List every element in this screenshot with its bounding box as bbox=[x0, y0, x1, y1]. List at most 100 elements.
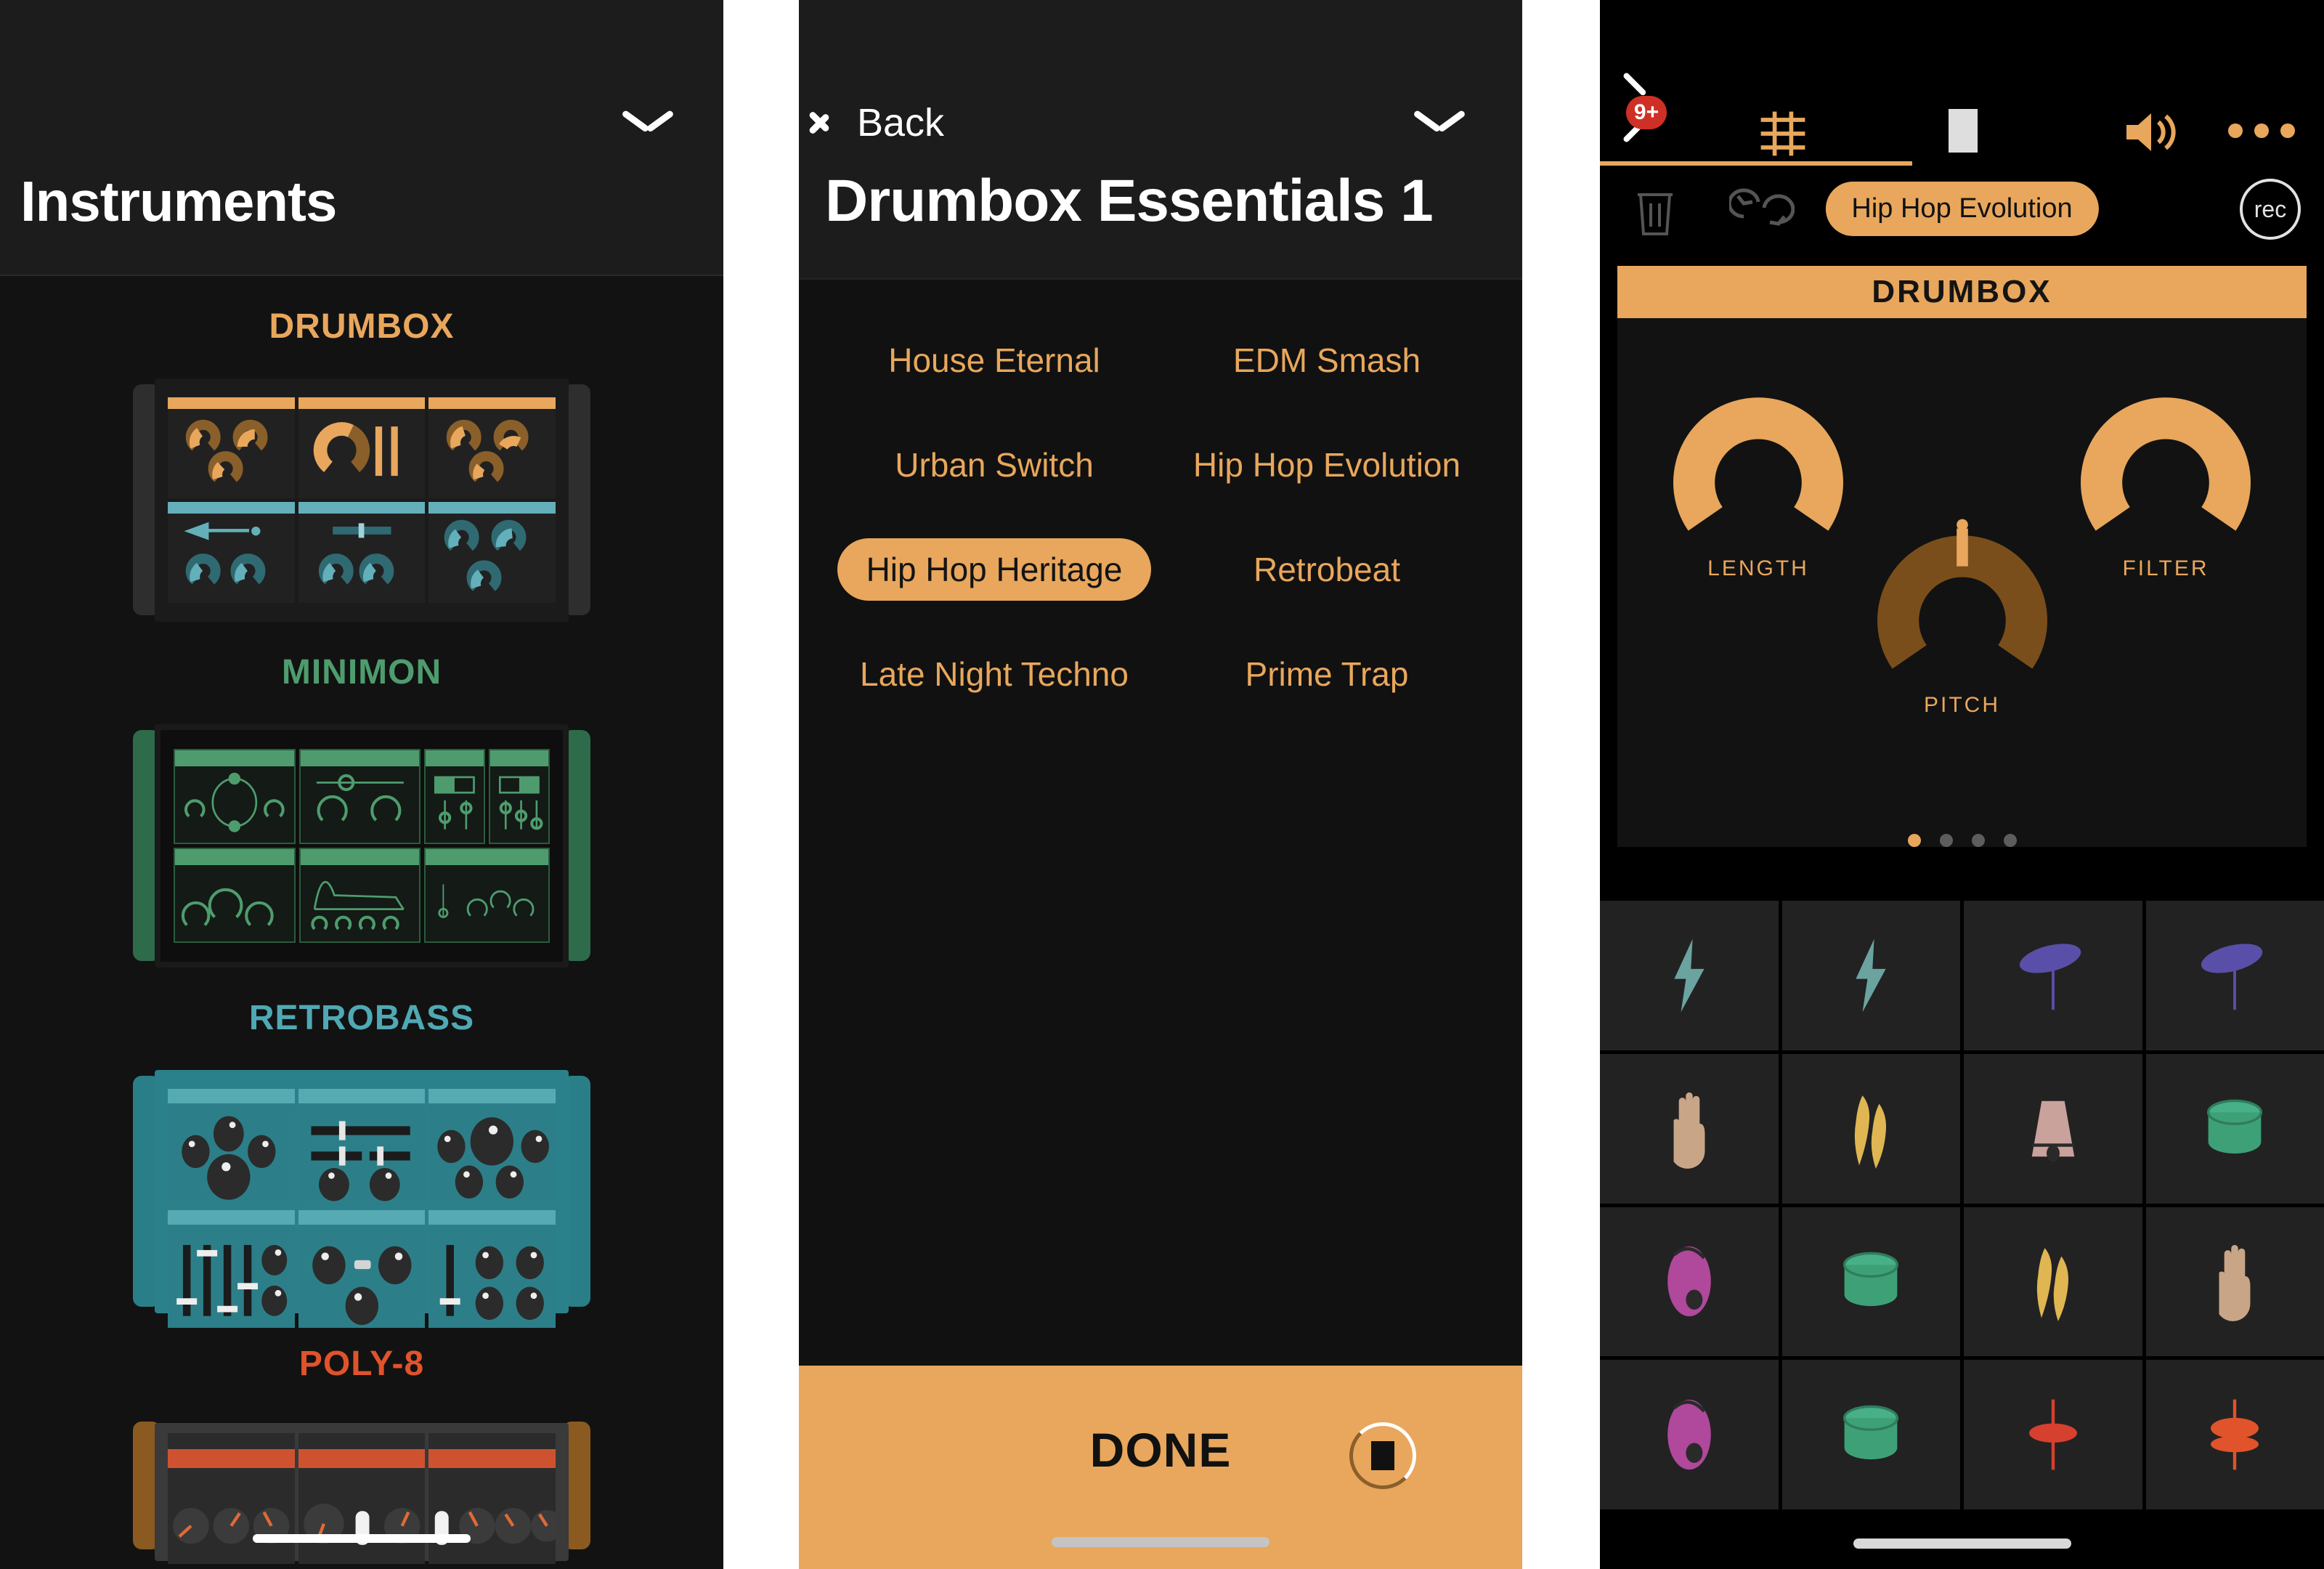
presets-nav-bar: Back Drumbox Essentials 1 bbox=[799, 0, 1522, 280]
device-cell bbox=[298, 397, 426, 498]
preset-item[interactable]: Urban Switch bbox=[866, 434, 1123, 496]
three-panel-screenshot: Instruments DRUMBOX MINIMON RETROBASS PO… bbox=[0, 0, 2324, 1569]
device-cell bbox=[428, 397, 556, 498]
notification-badge: 9+ bbox=[1626, 96, 1667, 129]
knob-pitch[interactable] bbox=[1868, 498, 2057, 687]
device-cell bbox=[428, 1089, 556, 1207]
section-heading-drumbox: DRUMBOX bbox=[269, 307, 455, 346]
knob-filter[interactable] bbox=[2071, 360, 2260, 549]
device-thumbnail-drumbox[interactable] bbox=[133, 378, 590, 622]
drum-pad[interactable] bbox=[1964, 901, 2142, 1050]
home-indicator bbox=[253, 1534, 471, 1543]
drum-pad-grid bbox=[1600, 901, 2324, 1509]
done-button[interactable]: DONE bbox=[799, 1366, 1522, 1569]
current-preset-pill[interactable]: Hip Hop Evolution bbox=[1825, 182, 2099, 236]
knob-label-length: LENGTH bbox=[1707, 556, 1809, 580]
instruments-screen: Instruments DRUMBOX MINIMON RETROBASS PO… bbox=[0, 0, 723, 1569]
page-indicator-dots[interactable] bbox=[1907, 834, 2017, 847]
page-dot-3[interactable] bbox=[1971, 834, 1985, 847]
device-cell bbox=[424, 749, 486, 844]
page-dot-2[interactable] bbox=[1939, 834, 1953, 847]
page-dot-4[interactable] bbox=[2003, 834, 2017, 847]
instrument-section-poly8[interactable]: POLY-8 bbox=[0, 1313, 723, 1564]
instrument-name-header: DRUMBOX bbox=[1617, 266, 2307, 318]
device-cell bbox=[168, 397, 295, 498]
undo-redo-icon[interactable] bbox=[1727, 185, 1795, 237]
drum-pad[interactable] bbox=[1964, 1207, 2142, 1357]
page-title: Instruments bbox=[20, 169, 337, 233]
page-dot-1[interactable] bbox=[1907, 834, 1921, 847]
device-cell bbox=[174, 749, 296, 844]
device-cell bbox=[298, 848, 421, 943]
drum-pad[interactable] bbox=[1781, 1207, 1960, 1357]
device-body bbox=[155, 378, 569, 622]
preset-item[interactable]: Hip Hop Evolution bbox=[1164, 434, 1490, 496]
preset-item[interactable]: House Eternal bbox=[859, 329, 1129, 392]
back-button[interactable]: Back bbox=[825, 100, 944, 145]
knob-label-filter: FILTER bbox=[2122, 556, 2209, 580]
preset-item[interactable]: Retrobeat bbox=[1224, 538, 1429, 601]
done-label: DONE bbox=[1089, 1423, 1232, 1477]
page-title: Drumbox Essentials 1 bbox=[825, 168, 1434, 234]
device-body bbox=[155, 1070, 569, 1329]
preset-item[interactable]: Prime Trap bbox=[1216, 643, 1438, 705]
drum-pad[interactable] bbox=[2145, 1360, 2324, 1509]
device-cell bbox=[489, 749, 550, 844]
mixer-sliders-icon[interactable] bbox=[1755, 106, 1811, 161]
drum-pad[interactable] bbox=[1600, 901, 1779, 1050]
device-thumbnail-minimon[interactable] bbox=[133, 724, 590, 968]
chevron-down-icon[interactable] bbox=[623, 109, 673, 138]
section-heading-minimon: MINIMON bbox=[281, 653, 442, 692]
drum-pad[interactable] bbox=[1781, 1053, 1960, 1204]
device-cell bbox=[424, 848, 550, 943]
drum-pad[interactable] bbox=[1781, 901, 1960, 1050]
device-cell bbox=[298, 502, 426, 603]
drum-pad[interactable] bbox=[1600, 1207, 1779, 1357]
device-cell bbox=[174, 848, 296, 943]
knob-label-pitch: PITCH bbox=[1924, 693, 2000, 717]
preset-grid: House Eternal EDM Smash Urban Switch Hip… bbox=[799, 280, 1522, 705]
preset-item[interactable]: Late Night Techno bbox=[831, 643, 1158, 705]
more-dots-icon[interactable] bbox=[2228, 123, 2295, 138]
home-indicator bbox=[1853, 1538, 2071, 1549]
device-cell bbox=[168, 1089, 295, 1207]
stop-square-icon[interactable] bbox=[1949, 109, 1978, 153]
knob-length[interactable] bbox=[1664, 360, 1853, 549]
drum-pad[interactable] bbox=[1600, 1360, 1779, 1509]
chevron-down-icon[interactable] bbox=[1415, 109, 1464, 138]
trash-icon[interactable] bbox=[1635, 183, 1675, 237]
instrument-control-panel: DRUMBOX LENGTH FILTER PITCH bbox=[1617, 266, 2307, 847]
drum-pad[interactable] bbox=[2145, 1053, 2324, 1204]
drum-pad[interactable] bbox=[2145, 901, 2324, 1050]
device-thumbnail-retrobass[interactable] bbox=[133, 1070, 590, 1329]
stop-button[interactable] bbox=[1349, 1422, 1416, 1489]
instrument-section-drumbox[interactable]: DRUMBOX bbox=[0, 276, 723, 622]
section-heading-poly8: POLY-8 bbox=[298, 1345, 425, 1383]
device-cell bbox=[298, 749, 421, 844]
drum-pad[interactable] bbox=[2145, 1207, 2324, 1357]
drum-pad[interactable] bbox=[1964, 1360, 2142, 1509]
back-label: Back bbox=[857, 101, 945, 145]
chevron-left-icon bbox=[825, 102, 848, 144]
instrument-section-retrobass[interactable]: RETROBASS bbox=[0, 968, 723, 1329]
device-cell bbox=[428, 502, 556, 603]
drum-pad[interactable] bbox=[1781, 1360, 1960, 1509]
device-cell bbox=[298, 1433, 426, 1564]
stop-square-icon bbox=[1371, 1441, 1394, 1470]
player-toolbar: 9+ bbox=[1600, 0, 2324, 174]
drum-pad[interactable] bbox=[1964, 1053, 2142, 1204]
home-indicator bbox=[1052, 1537, 1269, 1547]
progress-indicator bbox=[1600, 161, 1912, 166]
record-button[interactable]: rec bbox=[2240, 179, 2301, 240]
device-cell bbox=[168, 1210, 295, 1329]
section-heading-retrobass: RETROBASS bbox=[248, 999, 475, 1037]
preset-item[interactable]: EDM Smash bbox=[1204, 329, 1450, 392]
speaker-volume-icon[interactable] bbox=[2122, 106, 2183, 158]
preset-item-selected[interactable]: Hip Hop Heritage bbox=[837, 538, 1152, 601]
device-cell bbox=[298, 1210, 426, 1329]
presets-screen: Back Drumbox Essentials 1 House Eternal … bbox=[799, 0, 1522, 1569]
drum-pad[interactable] bbox=[1600, 1053, 1779, 1204]
instrument-section-minimon[interactable]: MINIMON bbox=[0, 622, 723, 968]
device-cell bbox=[168, 1433, 295, 1564]
device-body bbox=[155, 724, 569, 968]
